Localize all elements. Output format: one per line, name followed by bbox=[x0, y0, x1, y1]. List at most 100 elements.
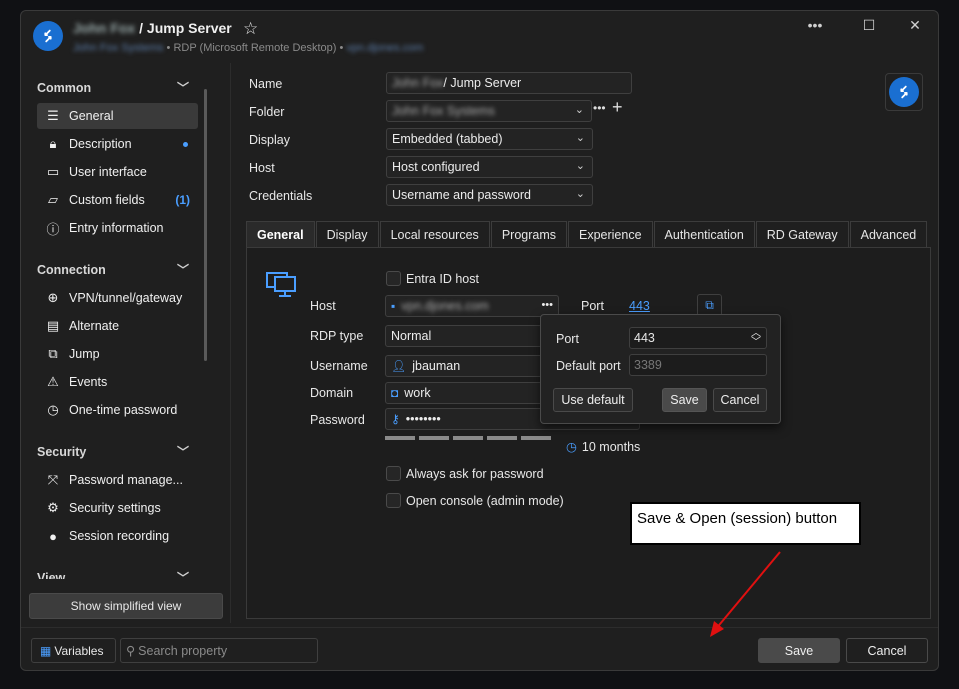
sidebar-item-otp[interactable]: ◷ One-time password bbox=[37, 397, 198, 423]
warning-icon: ⚠ bbox=[47, 374, 59, 389]
lock-icon: 🔒︎ bbox=[49, 136, 57, 151]
sidebar: Common ﹀ ☰ General 🔒︎ Description ▭ User int… bbox=[21, 63, 231, 623]
sidebar-item-vpn[interactable]: ⊕ VPN/tunnel/gateway bbox=[37, 285, 198, 311]
tab-general[interactable]: General bbox=[246, 221, 315, 247]
sidebar-item-entry-information[interactable]: ⓘ Entry information bbox=[37, 215, 198, 241]
host-globe-icon: ▪ bbox=[391, 299, 396, 313]
password-strength-bar bbox=[385, 436, 415, 440]
folder-more-icon[interactable]: ••• bbox=[593, 101, 606, 115]
default-port-label: Default port bbox=[556, 359, 621, 373]
credentials-select[interactable]: Username and password ⌄ bbox=[386, 184, 593, 206]
search-property-input[interactable]: ⚲ Search property bbox=[120, 638, 318, 663]
chevron-down-icon: ﹀ bbox=[176, 571, 189, 579]
always-ask-label: Always ask for password bbox=[406, 467, 544, 481]
tab-display[interactable]: Display bbox=[315, 221, 379, 247]
show-simplified-view-button[interactable]: Show simplified view bbox=[29, 593, 223, 619]
grid-icon: ▦ bbox=[40, 643, 52, 658]
variables-button[interactable]: ▦ Variables bbox=[31, 638, 116, 663]
clock-icon: ◷ bbox=[566, 440, 577, 454]
window-title: John Fox / Jump Server bbox=[73, 20, 232, 36]
password-strength-bar bbox=[453, 436, 483, 440]
section-security[interactable]: Security ﹀ bbox=[37, 445, 189, 459]
host-select[interactable]: Host configured ⌄ bbox=[386, 156, 593, 178]
rdp-type-label: RDP type bbox=[310, 329, 364, 343]
username-input[interactable]: 👤︎ jbauman bbox=[385, 355, 559, 377]
section-connection[interactable]: Connection ﹀ bbox=[37, 263, 189, 277]
stepper-icon[interactable]: ︿ ﹀ bbox=[751, 329, 761, 348]
rdp-type-select[interactable]: Normal bbox=[385, 325, 559, 347]
window-subtitle: John Fox Systems • RDP (Microsoft Remote… bbox=[73, 42, 424, 54]
sidebar-item-user-interface[interactable]: ▭ User interface bbox=[37, 159, 198, 185]
sidebar-item-session-recording[interactable]: ● Session recording bbox=[37, 523, 198, 549]
name-label: Name bbox=[249, 77, 283, 91]
sidebar-item-password-manager[interactable]: ⤧ Password manage... bbox=[37, 467, 198, 493]
bottom-bar: ▦ Variables ⚲ Search property Save Cancel bbox=[21, 627, 938, 670]
display-select[interactable]: Embedded (tabbed) ⌄ bbox=[386, 128, 593, 150]
entry-type-icon[interactable] bbox=[885, 73, 923, 111]
user-icon: 👤︎ bbox=[391, 359, 407, 373]
more-options-icon[interactable]: ••• bbox=[800, 17, 830, 33]
list-icon: ☰ bbox=[47, 108, 59, 123]
sidebar-item-description[interactable]: 🔒︎ Description bbox=[37, 131, 198, 157]
inner-host-label: Host bbox=[310, 299, 336, 313]
port-link[interactable]: 443 bbox=[629, 299, 650, 313]
chevron-down-icon: ⌄ bbox=[575, 160, 585, 172]
password-label: Password bbox=[310, 413, 365, 427]
host-more-icon[interactable]: ••• bbox=[541, 299, 553, 311]
close-icon[interactable]: ✕ bbox=[900, 17, 930, 34]
info-icon: ⓘ bbox=[46, 221, 60, 237]
credentials-label: Credentials bbox=[249, 189, 313, 203]
domain-input[interactable]: ◘ work bbox=[385, 382, 559, 404]
popup-port-input[interactable]: 443 ︿ ﹀ bbox=[629, 327, 767, 349]
favorite-star-icon[interactable]: ☆ bbox=[243, 19, 258, 39]
sidebar-item-alternate[interactable]: ▤ Alternate bbox=[37, 313, 198, 339]
section-view[interactable]: View ﹀ bbox=[37, 571, 189, 579]
save-button[interactable]: Save bbox=[758, 638, 840, 663]
name-input[interactable]: John Fox / Jump Server bbox=[386, 72, 632, 94]
sidebar-item-events[interactable]: ⚠ Events bbox=[37, 369, 198, 395]
clock-icon: ◷ bbox=[47, 402, 59, 417]
entra-id-checkbox[interactable] bbox=[386, 271, 401, 286]
section-common[interactable]: Common ﹀ bbox=[37, 81, 189, 95]
tab-rd-gateway[interactable]: RD Gateway bbox=[755, 221, 849, 247]
tab-programs[interactable]: Programs bbox=[490, 221, 567, 247]
sidebar-item-custom-fields[interactable]: ▱ Custom fields (1) bbox=[37, 187, 198, 213]
cancel-button[interactable]: Cancel bbox=[846, 638, 928, 663]
maximize-icon[interactable]: ☐ bbox=[854, 17, 884, 34]
add-folder-icon[interactable]: + bbox=[612, 97, 623, 118]
chevron-down-icon: ⌄ bbox=[575, 188, 585, 200]
tab-bar: General Display Local resources Programs… bbox=[246, 221, 928, 247]
jump-icon: ⧉ bbox=[48, 346, 58, 361]
tab-advanced[interactable]: Advanced bbox=[849, 221, 928, 247]
open-console-label: Open console (admin mode) bbox=[406, 494, 564, 508]
sidebar-item-security-settings[interactable]: ⚙ Security settings bbox=[37, 495, 198, 521]
password-strength-bar bbox=[487, 436, 517, 440]
tab-experience[interactable]: Experience bbox=[568, 221, 653, 247]
host-label: Host bbox=[249, 161, 275, 175]
chevron-down-icon: ⌄ bbox=[574, 104, 584, 116]
open-console-checkbox[interactable] bbox=[386, 493, 401, 508]
folder-select[interactable]: John Fox Systems ⌄ bbox=[386, 100, 592, 122]
popup-save-button[interactable]: Save bbox=[662, 388, 707, 412]
tab-authentication[interactable]: Authentication bbox=[653, 221, 755, 247]
sidebar-scrollbar[interactable] bbox=[204, 89, 207, 361]
chevron-down-icon: ﹀ bbox=[176, 81, 189, 95]
domain-icon: ◘ bbox=[391, 386, 399, 400]
sidebar-item-jump[interactable]: ⧉ Jump bbox=[37, 341, 198, 367]
domain-label: Domain bbox=[310, 386, 354, 400]
annotation-callout: Save & Open (session) button bbox=[630, 502, 861, 545]
tab-local-resources[interactable]: Local resources bbox=[379, 221, 490, 247]
always-ask-checkbox[interactable] bbox=[386, 466, 401, 481]
rdp-app-icon bbox=[33, 21, 63, 51]
password-strength-bar bbox=[521, 436, 551, 440]
gear-shield-icon: ⚙ bbox=[47, 500, 59, 515]
document-icon: ▤ bbox=[46, 318, 60, 333]
popup-cancel-button[interactable]: Cancel bbox=[713, 388, 767, 412]
computer-icon bbox=[266, 272, 296, 297]
inner-host-input[interactable]: ▪ vpn.djones.com ••• bbox=[385, 295, 559, 317]
popup-port-label: Port bbox=[556, 332, 579, 346]
entra-id-label: Entra ID host bbox=[406, 272, 479, 286]
default-port-input[interactable]: 3389 bbox=[629, 354, 767, 376]
sidebar-item-general[interactable]: ☰ General bbox=[37, 103, 198, 129]
use-default-button[interactable]: Use default bbox=[553, 388, 633, 412]
